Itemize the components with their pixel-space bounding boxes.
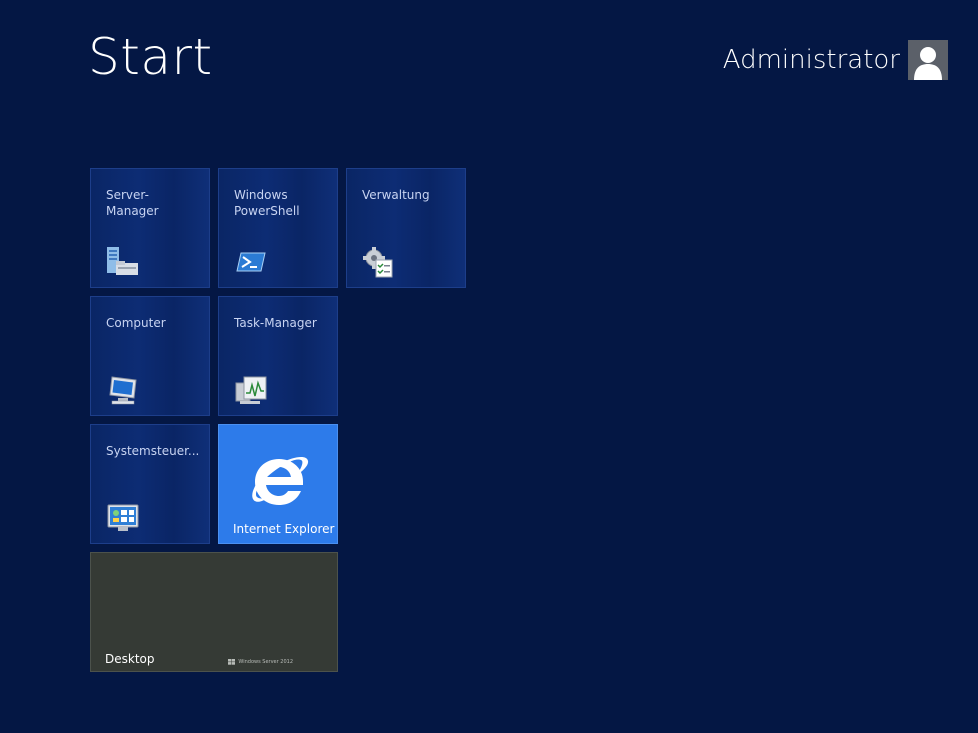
computer-icon: [106, 373, 140, 407]
tile-label: Windows PowerShell: [234, 188, 300, 218]
server-manager-icon: [106, 245, 140, 279]
internet-explorer-icon: [247, 449, 311, 513]
start-screen: Start Administrator Server- Manager Wind…: [0, 0, 978, 733]
tile-windows-powershell[interactable]: Windows PowerShell: [218, 168, 338, 288]
user-account[interactable]: Administrator: [723, 40, 948, 80]
user-avatar-icon[interactable]: [908, 40, 948, 80]
windows-server-brand: Windows Server 2012: [228, 659, 293, 665]
tile-task-manager[interactable]: Task-Manager: [218, 296, 338, 416]
tile-label: Verwaltung: [362, 188, 430, 202]
control-panel-icon: [106, 501, 140, 535]
tile-label: Computer: [106, 316, 166, 330]
tile-desktop[interactable]: Desktop Windows Server 2012: [90, 552, 338, 672]
tile-label: Task-Manager: [234, 316, 317, 330]
brand-text: Windows Server 2012: [238, 659, 293, 665]
tile-label: Desktop: [105, 652, 155, 666]
windows-logo-icon: [228, 659, 236, 665]
powershell-icon: [234, 245, 268, 279]
tile-computer[interactable]: Computer: [90, 296, 210, 416]
tile-label: Server- Manager: [106, 188, 159, 218]
tile-label: Internet Explorer: [233, 522, 335, 536]
tile-server-manager[interactable]: Server- Manager: [90, 168, 210, 288]
tile-label: Systemsteuer...: [106, 444, 200, 458]
administrative-tools-icon: [362, 245, 396, 279]
user-name: Administrator: [722, 45, 900, 75]
tile-internet-explorer[interactable]: Internet Explorer: [218, 424, 338, 544]
tile-systemsteuerung[interactable]: Systemsteuer...: [90, 424, 210, 544]
task-manager-icon: [234, 373, 268, 407]
tile-verwaltung[interactable]: Verwaltung: [346, 168, 466, 288]
page-title: Start: [88, 28, 213, 86]
